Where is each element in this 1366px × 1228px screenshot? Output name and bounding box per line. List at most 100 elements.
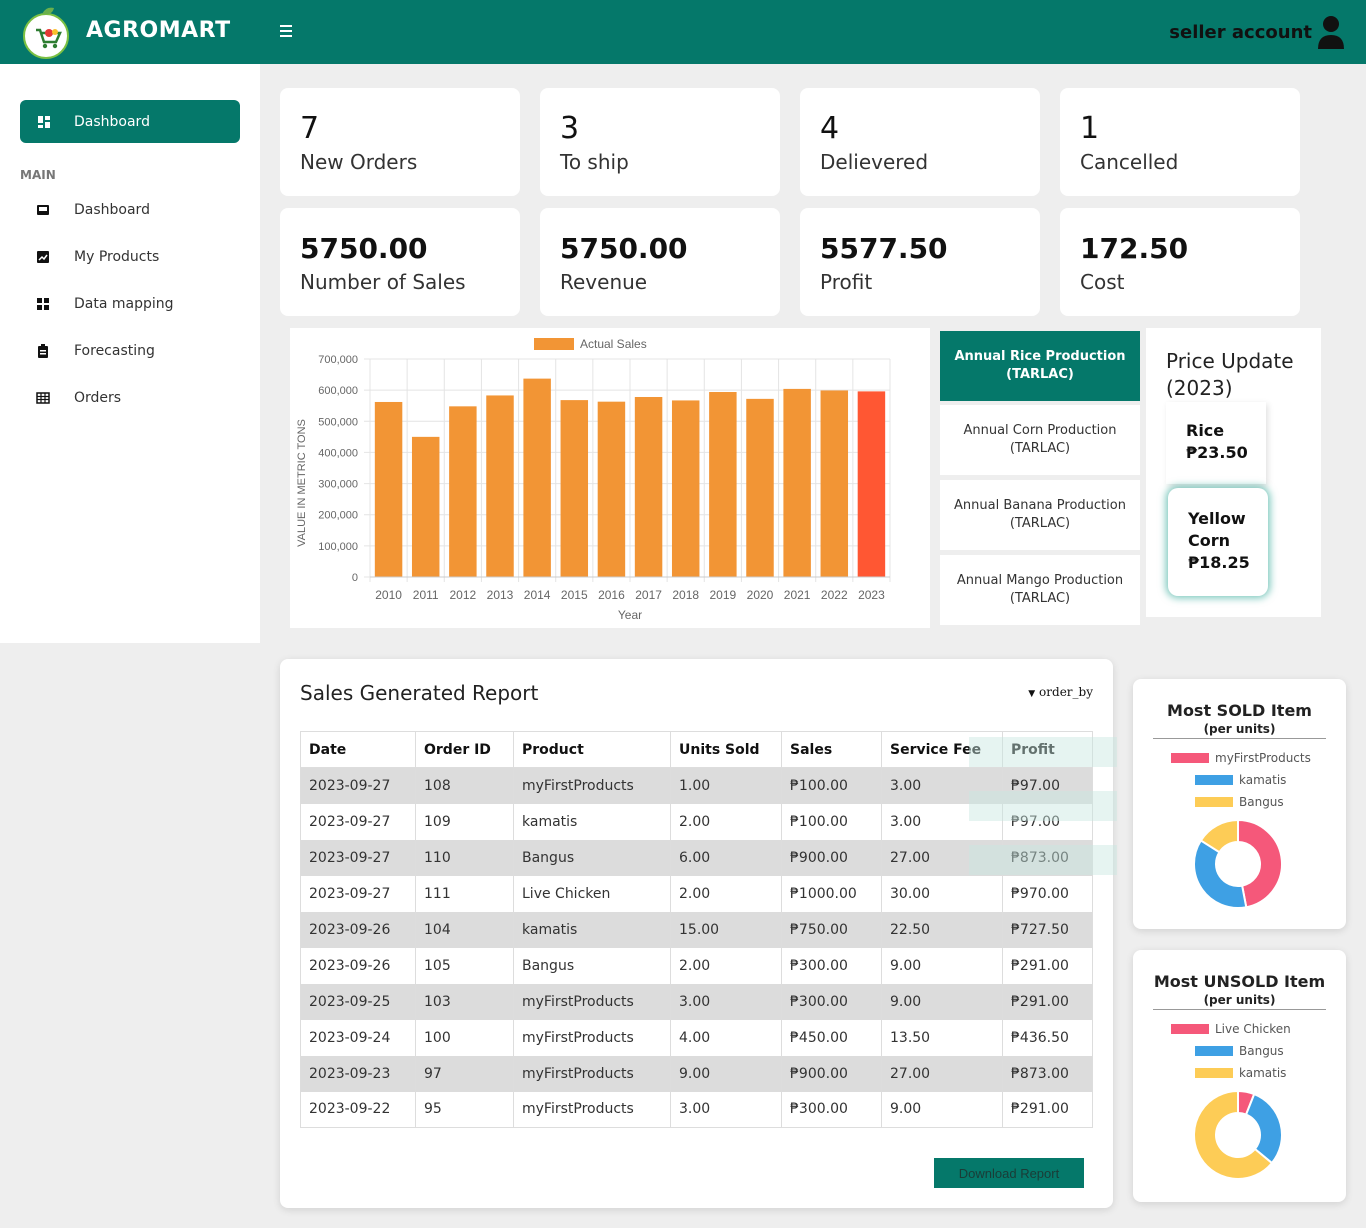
table-cell: myFirstProducts <box>513 1019 671 1056</box>
bar-2017 <box>634 396 663 577</box>
table-cell: 3.00 <box>670 1091 782 1128</box>
price-card-rice[interactable]: Rice ₱23.50 <box>1166 402 1266 484</box>
stat-label: Cancelled <box>1080 150 1179 174</box>
column-header[interactable]: Order ID <box>415 731 514 768</box>
table-cell: Bangus <box>513 947 671 984</box>
legend-swatch <box>1171 753 1209 763</box>
table-row[interactable]: 2023-09-24 100 myFirstProducts 4.00 ₱450.00 1… <box>300 1019 1093 1056</box>
most-unsold-card: Most UNSOLD Item (per units) Live Chicke… <box>1133 950 1346 1202</box>
y-tick-label: 500,000 <box>318 416 358 428</box>
download-report-button[interactable]: Download Report <box>934 1158 1084 1188</box>
most-sold-subtitle: (per units) <box>1153 722 1326 739</box>
table-cell: ₱750.00 <box>781 911 882 948</box>
x-tick-label: 2013 <box>487 588 514 602</box>
tab-banana-production[interactable]: Annual Banana Production (TARLAC) <box>940 480 1140 550</box>
production-chart-panel: 0 100,000 200,000 300,000 400,000 500,000 600,… <box>290 328 930 628</box>
sidebar-item-forecasting[interactable]: Forecasting <box>36 340 155 362</box>
sidebar-item-label: Orders <box>74 390 122 406</box>
table-cell: 9.00 <box>881 983 1003 1020</box>
table-cell: 30.00 <box>881 875 1003 912</box>
stat-card-cancelled[interactable]: 1 Cancelled <box>1060 88 1300 196</box>
legend-label: Bangus <box>1239 795 1284 809</box>
bar-2021 <box>783 388 811 577</box>
stat-value: 5750.00 <box>560 232 688 265</box>
stat-value: 3 <box>560 111 580 146</box>
stat-label: Profit <box>820 270 873 294</box>
most-unsold-subtitle: (per units) <box>1153 993 1326 1010</box>
table-cell: kamatis <box>513 803 671 840</box>
stat-label: Delievered <box>820 150 929 174</box>
inbox-icon <box>37 205 49 215</box>
most-sold-title: Most SOLD Item <box>1167 701 1312 720</box>
stat-card-to-ship[interactable]: 3 To ship <box>540 88 780 196</box>
sidebar-item-orders[interactable]: Orders <box>36 387 121 409</box>
account-menu[interactable]: seller account <box>1169 14 1344 50</box>
table-cell: ₱100.00 <box>781 767 882 804</box>
legend-swatch <box>1171 1024 1209 1034</box>
legend-item[interactable]: Live Chicken <box>1171 1022 1291 1036</box>
table-row[interactable]: 2023-09-26 105 Bangus 2.00 ₱300.00 9.00 ₱291.0… <box>300 947 1093 984</box>
sidebar-item-data-mapping[interactable]: Data mapping <box>36 293 174 315</box>
legend-item[interactable]: kamatis <box>1195 1066 1286 1080</box>
table-cell: myFirstProducts <box>513 767 671 804</box>
tab-rice-production[interactable]: Annual Rice Production (TARLAC) <box>940 331 1140 401</box>
table-cell: ₱900.00 <box>781 1055 882 1092</box>
stat-card-new-orders[interactable]: 7 New Orders <box>280 88 520 196</box>
tab-corn-production[interactable]: Annual Corn Production (TARLAC) <box>940 405 1140 475</box>
table-cell: kamatis <box>513 911 671 948</box>
column-header[interactable]: Date <box>300 731 416 768</box>
table-cell: 108 <box>415 767 514 804</box>
x-tick-label: 2012 <box>450 588 477 602</box>
menu-toggle-icon[interactable] <box>280 22 298 40</box>
stat-card-number-of-sales: 5750.00 Number of Sales <box>280 208 520 316</box>
stat-value: 7 <box>300 111 320 146</box>
column-header[interactable]: Units Sold <box>670 731 782 768</box>
dashboard-icon <box>38 115 50 128</box>
table-cell: 2023-09-27 <box>300 875 416 912</box>
table-cell: ₱291.00 <box>1002 1091 1093 1128</box>
donut-slice-bangus <box>1199 818 1239 854</box>
table-cell: ₱300.00 <box>781 983 882 1020</box>
most-sold-card: Most SOLD Item (per units) myFirstProduc… <box>1133 679 1346 929</box>
table-row[interactable]: 2023-09-22 95 myFirstProducts 3.00 ₱300.00 9.… <box>300 1091 1093 1128</box>
legend-item[interactable]: Bangus <box>1195 1044 1284 1058</box>
order-by-dropdown[interactable]: ▼ order_by <box>1028 685 1093 699</box>
table-cell: 103 <box>415 983 514 1020</box>
sidebar-item-dashboard[interactable]: Dashboard <box>36 199 150 221</box>
sidebar-item-dashboard-active[interactable]: Dashboard <box>20 100 240 143</box>
table-cell: 2023-09-23 <box>300 1055 416 1092</box>
agromart-logo[interactable] <box>22 6 70 60</box>
report-title: Sales Generated Report <box>300 681 539 705</box>
tab-sublabel: (TARLAC) <box>1006 367 1074 382</box>
table-cell: ₱900.00 <box>781 839 882 876</box>
donut-slice-live-chicken <box>1237 1089 1256 1116</box>
bar-2016 <box>597 401 626 577</box>
table-row[interactable]: 2023-09-26 104 kamatis 15.00 ₱750.00 22.50 ₱72… <box>300 911 1093 948</box>
legend-swatch <box>534 338 574 350</box>
table-row[interactable]: 2023-09-25 103 myFirstProducts 3.00 ₱300.00 9… <box>300 983 1093 1020</box>
column-header[interactable]: Product <box>513 731 671 768</box>
tab-mango-production[interactable]: Annual Mango Production (TARLAC) <box>940 555 1140 625</box>
bar-2012 <box>449 406 477 577</box>
table-row[interactable]: 2023-09-27 111 Live Chicken 2.00 ₱1000.00 30.… <box>300 875 1093 912</box>
table-cell: ₱436.50 <box>1002 1019 1093 1056</box>
sales-report-card: Sales Generated Report ▼ order_by Date O… <box>280 659 1117 1208</box>
table-cell: 104 <box>415 911 514 948</box>
stat-card-delivered[interactable]: 4 Delievered <box>800 88 1040 196</box>
table-row[interactable]: 2023-09-23 97 myFirstProducts 9.00 ₱900.00 27… <box>300 1055 1093 1092</box>
table-cell: ₱970.00 <box>1002 875 1093 912</box>
price-card-yellow-corn[interactable]: Yellow Corn ₱18.25 <box>1168 488 1268 596</box>
table-cell: 27.00 <box>881 1055 1003 1092</box>
legend-item[interactable]: kamatis <box>1195 773 1286 787</box>
table-cell: 2023-09-26 <box>300 947 416 984</box>
account-label: seller account <box>1169 21 1312 43</box>
sidebar-item-my-products[interactable]: My Products <box>36 246 159 268</box>
legend-item[interactable]: myFirstProducts <box>1171 751 1311 765</box>
sidebar-item-label: My Products <box>74 249 160 265</box>
legend-item[interactable]: Bangus <box>1195 795 1284 809</box>
tab-sublabel: (TARLAC) <box>1009 516 1071 531</box>
donut-slice-bangus <box>1244 1092 1283 1165</box>
bar-2022 <box>820 390 849 577</box>
column-header[interactable]: Sales <box>781 731 882 768</box>
table-cell: 97 <box>415 1055 514 1092</box>
